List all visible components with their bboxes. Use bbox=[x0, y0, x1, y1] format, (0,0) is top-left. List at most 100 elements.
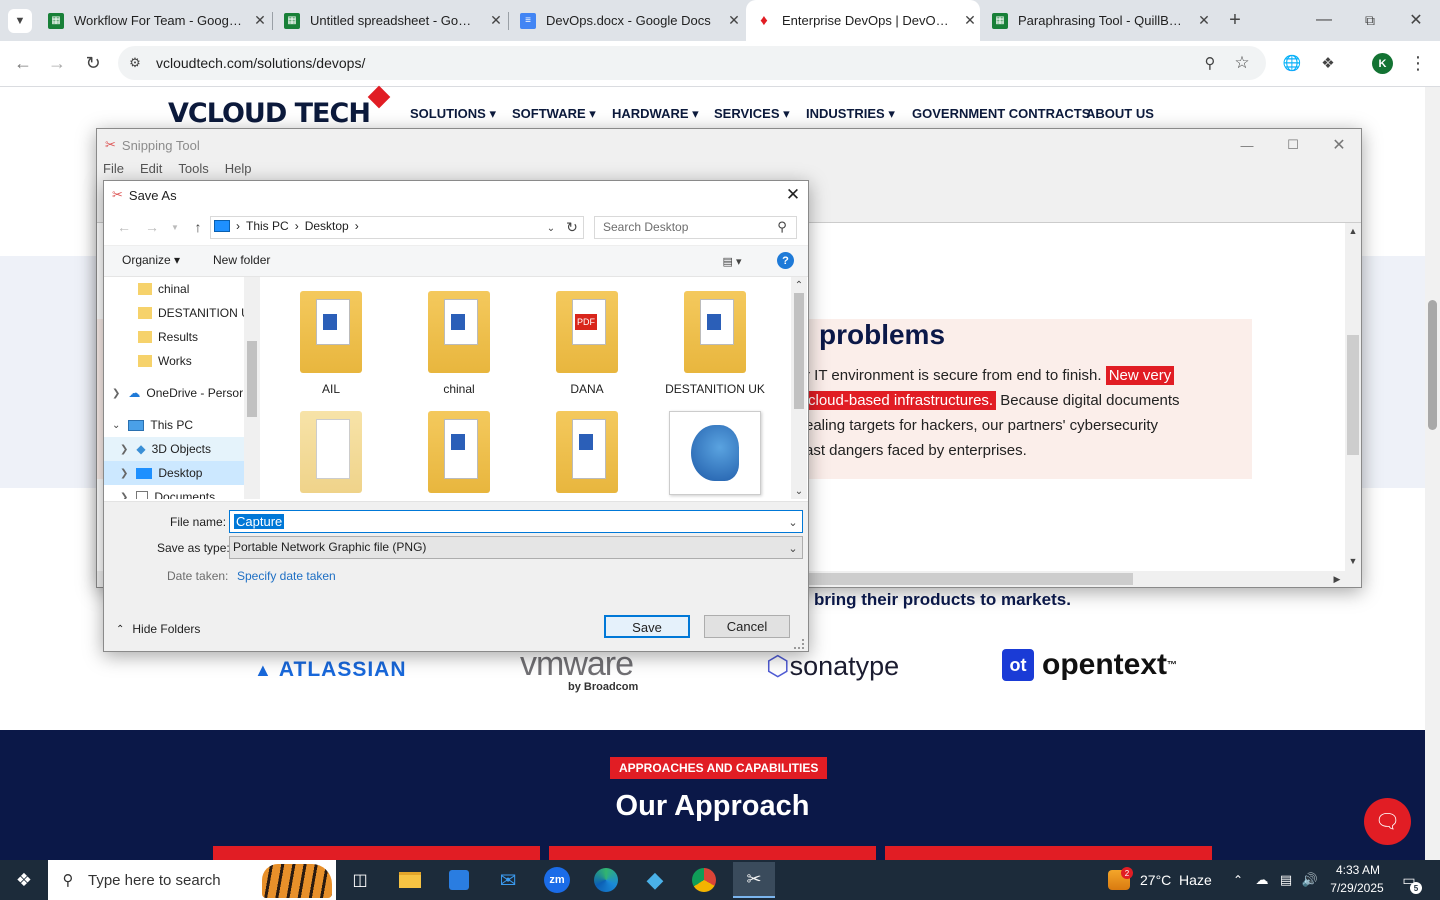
back-arrow-icon[interactable]: ← bbox=[114, 217, 134, 237]
url-text[interactable]: vcloudtech.com/solutions/devops/ bbox=[156, 55, 365, 71]
dialog-close-button[interactable]: ✕ bbox=[778, 183, 808, 207]
tab-enterprise-devops[interactable]: ♦ Enterprise DevOps | DevOps Fr ✕ bbox=[746, 0, 980, 41]
menu-edit[interactable]: Edit bbox=[140, 161, 162, 176]
snipping-tool-taskbar-icon[interactable]: ✂ bbox=[733, 862, 775, 898]
scroll-down-icon[interactable]: ⌄ bbox=[791, 483, 807, 499]
help-icon[interactable]: ? bbox=[777, 252, 794, 269]
site-logo[interactable]: VCLOUD TECH bbox=[168, 98, 371, 129]
close-tab-icon[interactable]: ✕ bbox=[960, 12, 980, 29]
tree-desktop[interactable]: ❯ Desktop bbox=[104, 461, 244, 485]
minimize-window-button[interactable]: — bbox=[1306, 6, 1342, 34]
volume-icon[interactable]: 🔊 bbox=[1300, 870, 1320, 890]
tree-onedrive[interactable]: ❯ ☁ OneDrive - Persor bbox=[112, 381, 243, 405]
nav-about-us[interactable]: ABOUT US bbox=[1086, 106, 1154, 121]
new-folder-button[interactable]: New folder bbox=[213, 253, 270, 267]
menu-help[interactable]: Help bbox=[225, 161, 252, 176]
menu-file[interactable]: File bbox=[103, 161, 124, 176]
profile-avatar[interactable]: K bbox=[1372, 53, 1393, 74]
cancel-button[interactable]: Cancel bbox=[704, 615, 790, 638]
recent-dropdown-icon[interactable]: ▼ bbox=[168, 217, 182, 237]
tab-untitled-spreadsheet[interactable]: ▦ Untitled spreadsheet - Google ✕ bbox=[274, 0, 506, 41]
path-dropdown-icon[interactable]: ⌄ bbox=[544, 219, 558, 237]
nav-solutions[interactable]: SOLUTIONS ▾ bbox=[410, 106, 496, 122]
tree-folder-chinal[interactable]: chinal bbox=[138, 277, 189, 301]
onedrive-tray-icon[interactable]: ☁ bbox=[1252, 870, 1272, 890]
restore-window-button[interactable]: ⧉ bbox=[1352, 6, 1388, 34]
refresh-icon[interactable]: ↻ bbox=[562, 217, 582, 237]
extensions-icon[interactable]: ❖ bbox=[1316, 51, 1340, 75]
network-icon[interactable]: ▤ bbox=[1276, 870, 1296, 890]
snip-vscroll-thumb[interactable] bbox=[1347, 335, 1359, 455]
page-scrollbar-thumb[interactable] bbox=[1428, 300, 1437, 430]
snip-close-button[interactable]: ✕ bbox=[1319, 133, 1359, 157]
zoom-icon[interactable]: ⚲ bbox=[1198, 51, 1222, 75]
filename-value[interactable]: Capture bbox=[234, 514, 285, 529]
back-icon[interactable]: ← bbox=[10, 50, 36, 76]
bookmark-star-icon[interactable]: ☆ bbox=[1230, 51, 1254, 75]
scroll-down-icon[interactable]: ▼ bbox=[1345, 553, 1361, 569]
image-thumbnail[interactable] bbox=[669, 411, 761, 495]
resize-grip[interactable] bbox=[794, 639, 804, 649]
folder-icon[interactable] bbox=[428, 411, 490, 493]
organize-button[interactable]: Organize ▾ bbox=[122, 253, 180, 267]
new-tab-button[interactable]: + bbox=[1222, 8, 1248, 32]
tab-workflow[interactable]: ▦ Workflow For Team - Google Sh ✕ bbox=[38, 0, 270, 41]
tree-this-pc[interactable]: ⌄ This PC bbox=[112, 413, 193, 437]
windows-start-icon[interactable]: ❖ bbox=[0, 860, 48, 900]
nav-scroll-thumb[interactable] bbox=[247, 341, 257, 417]
close-tab-icon[interactable]: ✕ bbox=[724, 12, 744, 29]
close-tab-icon[interactable]: ✕ bbox=[1194, 12, 1214, 29]
view-options-icon[interactable]: ▤ ▾ bbox=[714, 251, 750, 271]
scroll-right-icon[interactable]: ▶ bbox=[1329, 571, 1345, 587]
folder-icon[interactable] bbox=[556, 411, 618, 493]
nav-software[interactable]: SOFTWARE ▾ bbox=[512, 106, 596, 122]
tab-quillbot[interactable]: ▦ Paraphrasing Tool - QuillBot AI ✕ bbox=[982, 0, 1214, 41]
hide-folders-button[interactable]: ⌃ Hide Folders bbox=[116, 622, 200, 636]
store-icon[interactable] bbox=[441, 862, 477, 898]
snip-maximize-button[interactable]: ☐ bbox=[1273, 133, 1313, 157]
chrome-icon[interactable] bbox=[686, 862, 722, 898]
breadcrumb-desktop[interactable]: Desktop bbox=[305, 219, 349, 233]
snip-hscroll-thumb[interactable] bbox=[809, 573, 1133, 585]
close-tab-icon[interactable]: ✕ bbox=[486, 12, 506, 29]
forward-arrow-icon[interactable]: → bbox=[142, 217, 162, 237]
chevron-up-icon[interactable]: ⌃ bbox=[1228, 870, 1248, 890]
up-arrow-icon[interactable]: ↑ bbox=[188, 217, 208, 237]
task-view-icon[interactable]: ◫ bbox=[342, 862, 378, 898]
edge-icon[interactable] bbox=[588, 862, 624, 898]
chat-button[interactable]: 🗨 bbox=[1364, 798, 1411, 845]
tab-devops-doc[interactable]: ≡ DevOps.docx - Google Docs ✕ bbox=[510, 0, 744, 41]
tree-3d-objects[interactable]: ❯ ◆ 3D Objects bbox=[104, 437, 244, 461]
save-button[interactable]: Save bbox=[604, 615, 690, 638]
menu-kebab-icon[interactable]: ⋮ bbox=[1406, 51, 1430, 75]
clock-date[interactable]: 7/29/2025 bbox=[1326, 881, 1388, 895]
close-window-button[interactable]: ✕ bbox=[1398, 6, 1434, 34]
tree-documents[interactable]: ❯ Documents bbox=[104, 485, 244, 499]
app-diamond-icon[interactable]: ◆ bbox=[637, 862, 673, 898]
nav-services[interactable]: SERVICES ▾ bbox=[714, 106, 790, 122]
scroll-up-icon[interactable]: ⌃ bbox=[791, 277, 807, 293]
tab-search-button[interactable]: ▼ bbox=[8, 9, 32, 33]
tree-folder-works[interactable]: Works bbox=[138, 349, 192, 373]
clock-time[interactable]: 4:33 AM bbox=[1330, 863, 1386, 877]
nav-government-contracts[interactable]: GOVERNMENT CONTRACTS bbox=[912, 106, 1090, 121]
page-scrollbar[interactable] bbox=[1425, 87, 1440, 860]
site-info-icon[interactable]: ⚙ bbox=[124, 51, 146, 75]
scroll-up-icon[interactable]: ▲ bbox=[1345, 223, 1361, 239]
grid-scroll-thumb[interactable] bbox=[794, 293, 804, 409]
weather-text[interactable]: 27°C Haze bbox=[1140, 872, 1212, 888]
tree-folder-results[interactable]: Results bbox=[138, 325, 198, 349]
breadcrumb-this-pc[interactable]: This PC bbox=[246, 219, 289, 233]
specify-date-link[interactable]: Specify date taken bbox=[237, 569, 336, 583]
tree-folder-destanition[interactable]: DESTANITION UK bbox=[138, 301, 258, 325]
close-tab-icon[interactable]: ✕ bbox=[250, 12, 270, 29]
menu-tools[interactable]: Tools bbox=[178, 161, 208, 176]
filename-dropdown-icon[interactable]: ⌄ bbox=[785, 513, 801, 531]
nav-hardware[interactable]: HARDWARE ▾ bbox=[612, 106, 699, 122]
forward-icon[interactable]: → bbox=[44, 50, 70, 76]
translate-icon[interactable]: 🌐 bbox=[1280, 51, 1304, 75]
file-explorer-icon[interactable] bbox=[392, 862, 428, 898]
mail-icon[interactable]: ✉ bbox=[490, 862, 526, 898]
nav-industries[interactable]: INDUSTRIES ▾ bbox=[806, 106, 895, 122]
zoom-app-icon[interactable]: zm bbox=[539, 862, 575, 898]
